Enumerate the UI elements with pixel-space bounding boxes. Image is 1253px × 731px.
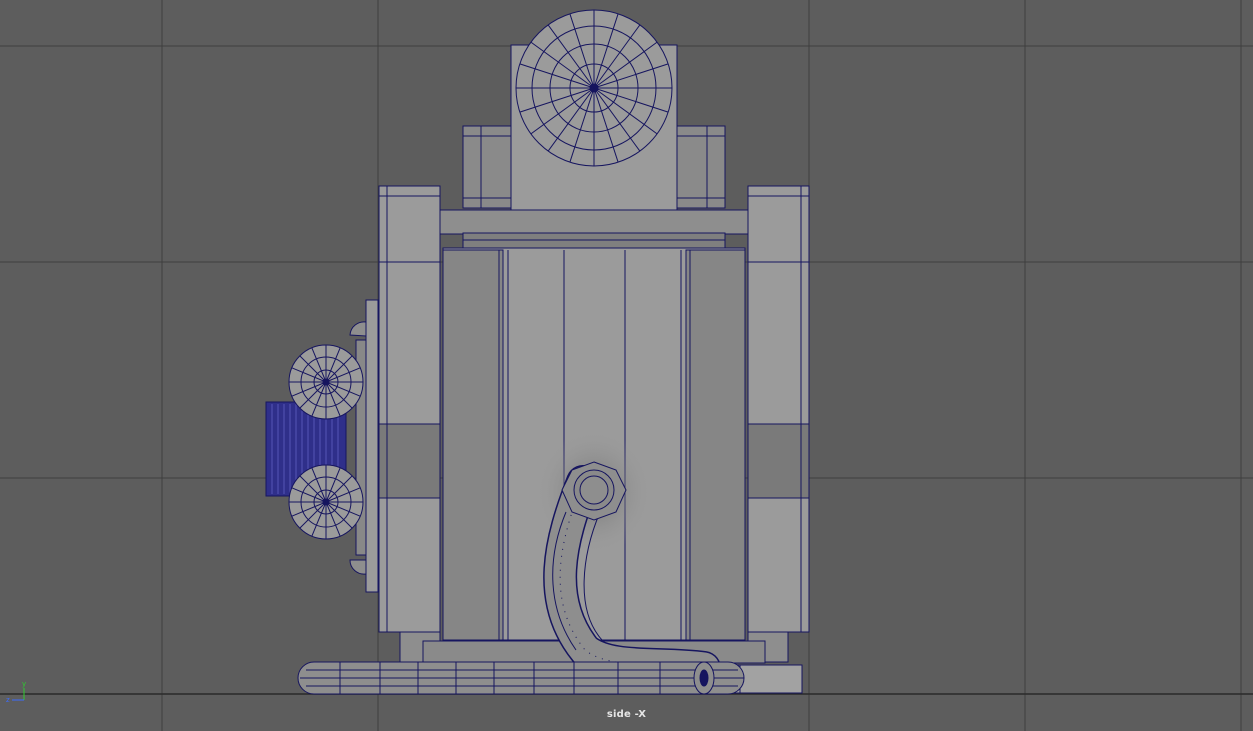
y-axis-label: y bbox=[22, 680, 26, 688]
camera-label: side -X bbox=[606, 709, 647, 720]
side-viewport[interactable]: y z side -X bbox=[0, 0, 1253, 731]
z-axis-label: z bbox=[6, 696, 10, 704]
axis-gizmo: y z bbox=[6, 680, 26, 704]
